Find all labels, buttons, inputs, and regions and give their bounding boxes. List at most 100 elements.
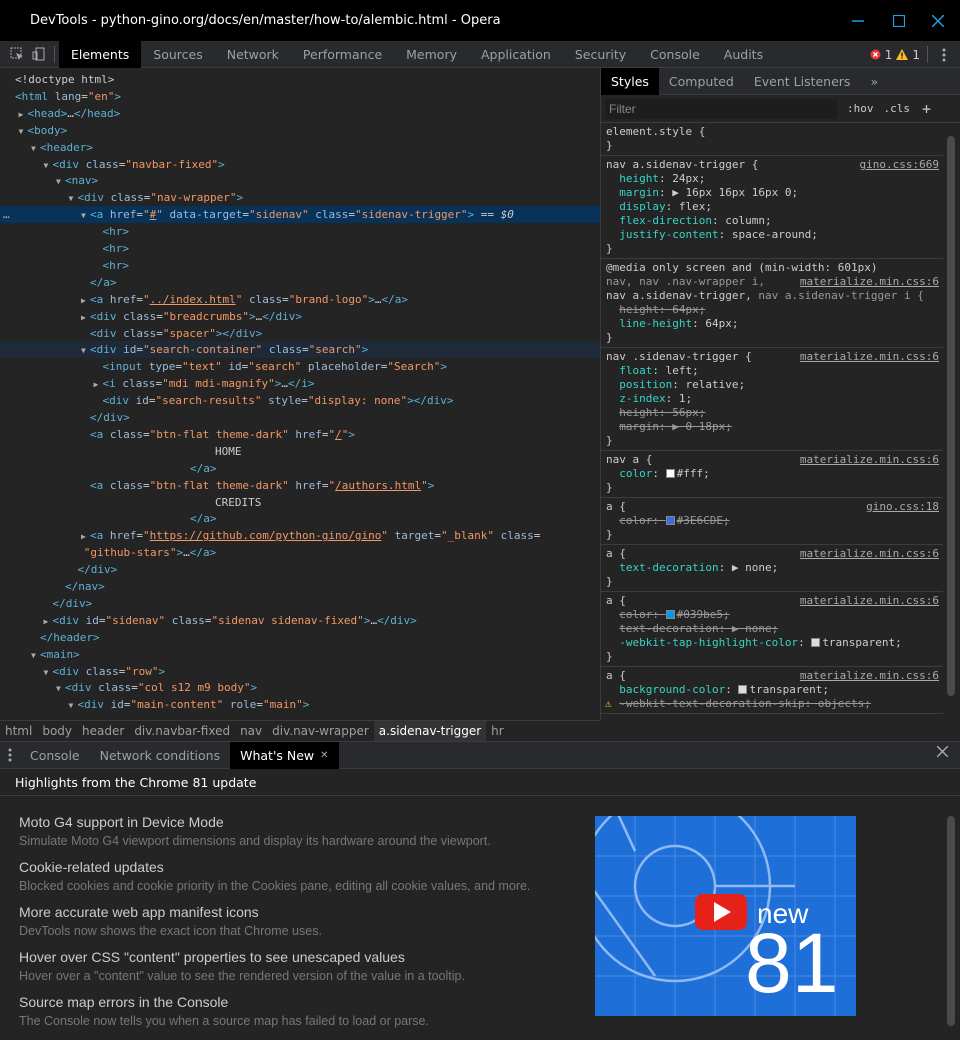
drawer-tab-console[interactable]: Console bbox=[20, 742, 90, 769]
style-rule[interactable]: element.style {} bbox=[601, 123, 943, 156]
dom-node-line[interactable]: ▶ <head>…</head> bbox=[0, 105, 600, 122]
dom-node-line[interactable]: <a class="btn-flat theme-dark" href="/"> bbox=[0, 426, 600, 443]
style-rule[interactable]: nav .sidenav-trigger {materialize.min.cs… bbox=[601, 348, 943, 451]
dom-node-line[interactable]: </a> bbox=[0, 274, 600, 291]
drawer-tab-what-s-new[interactable]: What's New ✕ bbox=[230, 741, 339, 769]
style-rule[interactable]: nav a {materialize.min.css:6 color: #fff… bbox=[601, 451, 943, 498]
expand-toggle-icon[interactable]: ▼ bbox=[69, 190, 78, 207]
dom-node-line[interactable]: <hr> bbox=[0, 240, 600, 257]
dom-node-line[interactable]: ▼ <header> bbox=[0, 139, 600, 156]
drawer-tab-network-conditions[interactable]: Network conditions bbox=[90, 742, 230, 769]
dom-node-line[interactable]: "github-stars">…</a> bbox=[0, 544, 600, 561]
inspect-element-button[interactable] bbox=[6, 41, 28, 68]
breadcrumb-item[interactable]: div.navbar-fixed bbox=[129, 721, 235, 742]
dom-node-line[interactable]: </div> bbox=[0, 595, 600, 612]
whats-new-item-title[interactable]: Cookie-related updates bbox=[19, 859, 530, 875]
breadcrumb-item[interactable]: nav bbox=[235, 721, 267, 742]
dom-node-line[interactable]: ▼ <nav> bbox=[0, 172, 600, 189]
dom-node-line[interactable]: ▶ <a href="../index.html" class="brand-lo… bbox=[0, 291, 600, 308]
styles-tab-event-listeners[interactable]: Event Listeners bbox=[744, 68, 861, 95]
dom-node-line[interactable]: <!doctype html> bbox=[0, 71, 600, 88]
expand-toggle-icon[interactable]: ▼ bbox=[31, 140, 40, 157]
expand-toggle-icon[interactable]: ▼ bbox=[56, 173, 65, 190]
expand-toggle-icon[interactable]: ▼ bbox=[81, 342, 90, 359]
styles-scrollbar[interactable] bbox=[947, 136, 955, 696]
dom-node-line[interactable]: </div> bbox=[0, 409, 600, 426]
dom-node-line[interactable]: CREDITS bbox=[0, 494, 600, 511]
whats-new-item-title[interactable]: Source map errors in the Console bbox=[19, 994, 429, 1010]
dom-node-line[interactable]: <div class="spacer"></div> bbox=[0, 325, 600, 342]
dom-node-line[interactable]: </a> bbox=[0, 460, 600, 477]
style-rule[interactable]: a {gino.css:18 color: #3E6CDE;} bbox=[601, 498, 943, 545]
breadcrumb-item[interactable]: div.nav-wrapper bbox=[267, 721, 374, 742]
device-toolbar-button[interactable] bbox=[28, 41, 50, 68]
issue-counters[interactable]: 1 1 bbox=[870, 41, 920, 68]
more-tabs-chevron-icon[interactable]: » bbox=[860, 68, 888, 95]
styles-filter-input[interactable] bbox=[605, 98, 837, 119]
styles-tab-styles[interactable]: Styles bbox=[601, 68, 659, 95]
breadcrumb-item[interactable]: header bbox=[77, 721, 129, 742]
dom-node-line[interactable]: <div id="search-results" style="display:… bbox=[0, 392, 600, 409]
styles-tab-computed[interactable]: Computed bbox=[659, 68, 744, 95]
stylesheet-link[interactable]: materialize.min.css:6 bbox=[800, 547, 939, 561]
tab-security[interactable]: Security bbox=[563, 41, 638, 68]
close-window-button[interactable] bbox=[918, 0, 958, 41]
whats-new-item[interactable]: Cookie-related updates Blocked cookies an… bbox=[19, 859, 530, 893]
tab-memory[interactable]: Memory bbox=[394, 41, 469, 68]
style-rule[interactable]: a {materialize.min.css:6 color: #039be5;… bbox=[601, 592, 943, 667]
tab-performance[interactable]: Performance bbox=[291, 41, 394, 68]
whats-new-item-title[interactable]: Moto G4 support in Device Mode bbox=[19, 814, 491, 830]
whats-new-item[interactable]: Source map errors in the Console The Cons… bbox=[19, 994, 429, 1028]
stylesheet-link[interactable]: materialize.min.css:6 bbox=[800, 669, 939, 683]
expand-toggle-icon[interactable]: ▶ bbox=[94, 376, 103, 393]
hover-state-toggle[interactable]: :hov bbox=[847, 102, 874, 115]
whats-new-item[interactable]: Hover over CSS "content" properties to s… bbox=[19, 949, 465, 983]
breadcrumb-item[interactable]: html bbox=[0, 721, 37, 742]
dom-node-line[interactable]: … ▼ <a href="#" data-target="sidenav" clas… bbox=[0, 206, 600, 224]
whats-new-item[interactable]: More accurate web app manifest icons DevT… bbox=[19, 904, 322, 938]
close-icon[interactable] bbox=[937, 746, 948, 757]
dom-node-line[interactable]: <a class="btn-flat theme-dark" href="/au… bbox=[0, 477, 600, 494]
stylesheet-link[interactable]: materialize.min.css:6 bbox=[800, 453, 939, 467]
stylesheet-link[interactable]: materialize.min.css:6 bbox=[800, 350, 939, 364]
stylesheet-link[interactable]: gino.css:18 bbox=[866, 500, 939, 514]
style-rule[interactable]: @media only screen and (min-width: 601px… bbox=[601, 259, 943, 348]
tab-sources[interactable]: Sources bbox=[141, 41, 214, 68]
dom-node-line[interactable]: <html lang="en"> bbox=[0, 88, 600, 105]
chrome-81-promo-image[interactable]: new 81 bbox=[595, 816, 856, 1016]
dom-node-line[interactable]: HOME bbox=[0, 443, 600, 460]
expand-toggle-icon[interactable]: ▼ bbox=[44, 664, 53, 681]
style-rule[interactable]: nav a.sidenav-trigger {gino.css:669 heig… bbox=[601, 156, 943, 259]
node-menu-icon[interactable]: … bbox=[3, 206, 10, 223]
expand-toggle-icon[interactable]: ▼ bbox=[56, 680, 65, 697]
dom-node-line[interactable]: </nav> bbox=[0, 578, 600, 595]
dom-node-line[interactable]: </a> bbox=[0, 510, 600, 527]
breadcrumb-item[interactable]: a.sidenav-trigger bbox=[373, 720, 487, 742]
breadcrumb-item[interactable]: body bbox=[37, 721, 77, 742]
stylesheet-link[interactable]: materialize.min.css:6 bbox=[800, 594, 939, 608]
tab-network[interactable]: Network bbox=[215, 41, 291, 68]
dom-node-line[interactable]: ▼ <div class="nav-wrapper"> bbox=[0, 189, 600, 206]
whats-new-item-title[interactable]: More accurate web app manifest icons bbox=[19, 904, 322, 920]
style-rules-list[interactable]: element.style {} nav a.sidenav-trigger {g… bbox=[601, 123, 943, 720]
expand-toggle-icon[interactable]: ▶ bbox=[81, 528, 90, 545]
dom-node-line[interactable]: ▶ <i class="mdi mdi-magnify">…</i> bbox=[0, 375, 600, 392]
dom-node-line[interactable]: ▼ <main> bbox=[0, 646, 600, 663]
dom-node-line[interactable]: ▼ <div id="search-container" class="searc… bbox=[0, 341, 600, 359]
dom-node-line[interactable]: </header> bbox=[0, 629, 600, 646]
dom-node-line[interactable]: <hr> bbox=[0, 257, 600, 274]
class-toggle[interactable]: .cls bbox=[884, 102, 911, 115]
dom-node-line[interactable]: ▼ <body> bbox=[0, 122, 600, 139]
stylesheet-link[interactable]: gino.css:669 bbox=[860, 158, 939, 172]
expand-toggle-icon[interactable]: ▶ bbox=[81, 292, 90, 309]
style-rule[interactable]: a {materialize.min.css:6 text-decoration… bbox=[601, 545, 943, 592]
expand-toggle-icon[interactable]: ▼ bbox=[31, 647, 40, 664]
dom-node-line[interactable]: <hr> bbox=[0, 223, 600, 240]
expand-toggle-icon[interactable]: ▶ bbox=[19, 106, 28, 123]
whats-new-item[interactable]: Moto G4 support in Device Mode Simulate M… bbox=[19, 814, 491, 848]
maximize-button[interactable] bbox=[879, 0, 919, 41]
whats-new-scrollbar[interactable] bbox=[947, 816, 955, 1026]
expand-toggle-icon[interactable]: ▼ bbox=[81, 207, 90, 224]
dom-node-line[interactable]: ▼ <div class="navbar-fixed"> bbox=[0, 156, 600, 173]
style-rule[interactable]: a {materialize.min.css:6 background-colo… bbox=[601, 667, 943, 714]
